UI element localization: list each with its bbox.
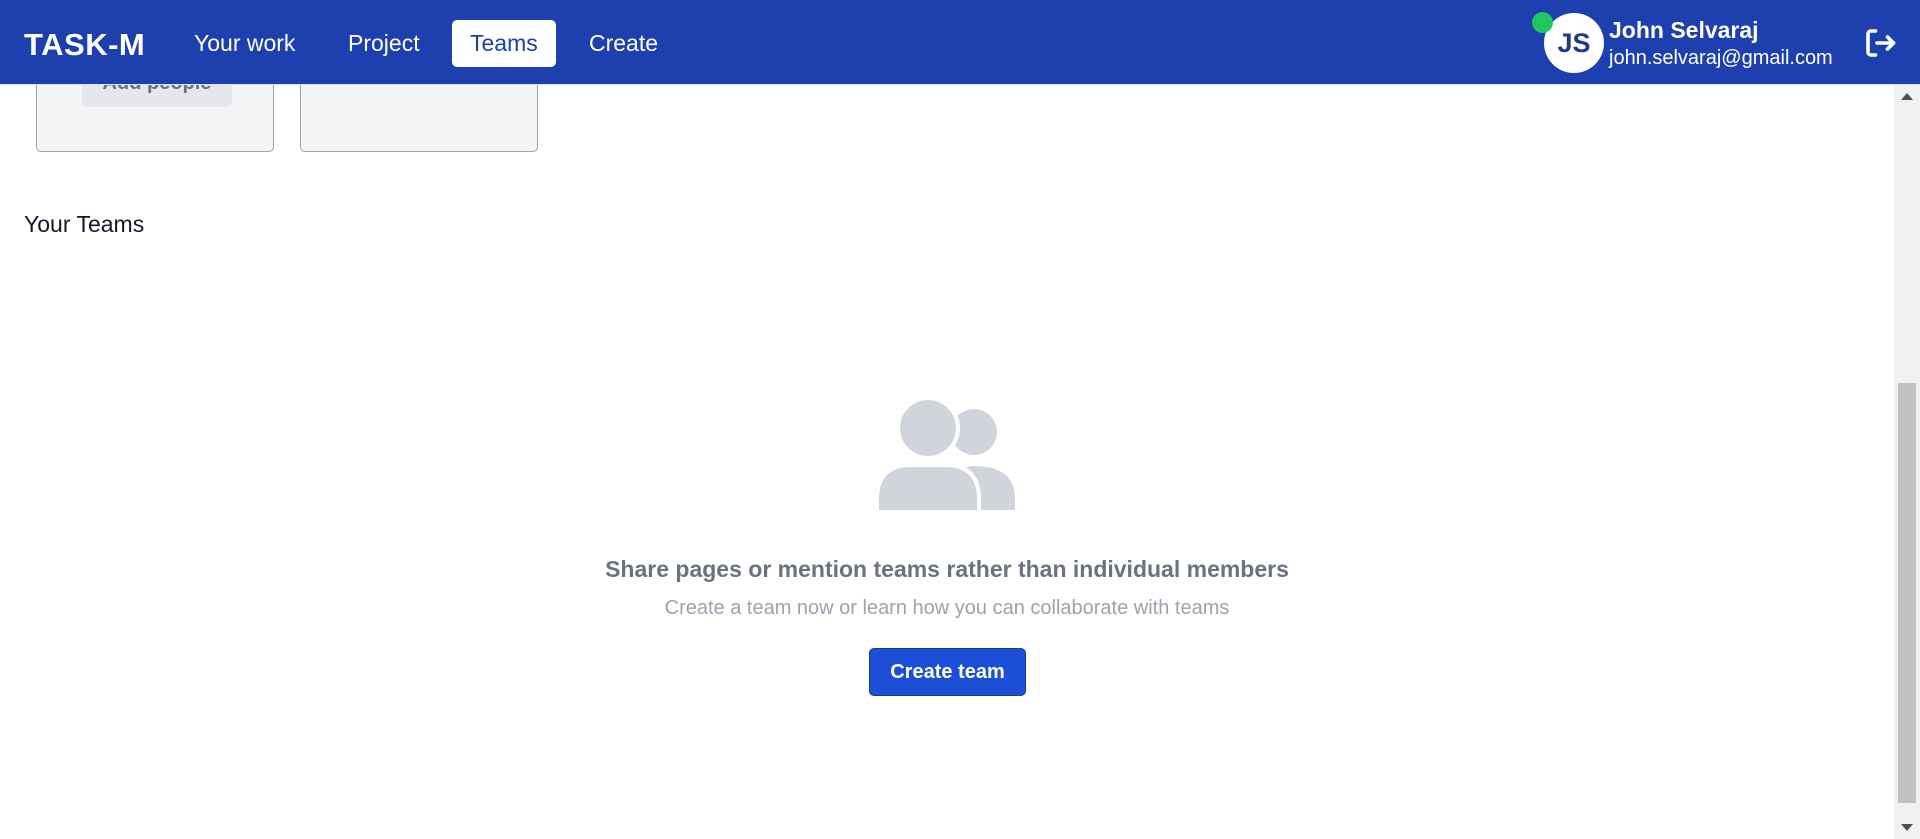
nav-your-work[interactable]: Your work bbox=[176, 20, 313, 67]
empty-state-subtext: Create a team now or learn how you can c… bbox=[664, 597, 1230, 619]
people-group-icon bbox=[878, 399, 1015, 510]
scroll-up-arrow-icon[interactable] bbox=[1901, 93, 1913, 100]
user-name: John Selvaraj bbox=[1609, 17, 1759, 43]
your-teams-heading: Your Teams bbox=[24, 211, 145, 237]
scrollbar-thumb[interactable] bbox=[1898, 383, 1916, 803]
logout-icon[interactable] bbox=[1862, 25, 1898, 61]
empty-state-heading: Share pages or mention teams rather than… bbox=[605, 556, 1289, 582]
nav-create[interactable]: Create bbox=[571, 20, 676, 67]
user-email: john.selvaraj@gmail.com bbox=[1609, 47, 1833, 69]
create-team-button[interactable]: Create team bbox=[869, 648, 1026, 696]
nav-project[interactable]: Project bbox=[330, 20, 438, 67]
app-logo[interactable]: TASK-M bbox=[24, 27, 145, 63]
user-avatar[interactable]: JS bbox=[1544, 13, 1604, 73]
scroll-down-arrow-icon[interactable] bbox=[1901, 824, 1913, 831]
nav-teams[interactable]: Teams bbox=[452, 20, 556, 67]
vertical-scrollbar[interactable] bbox=[1894, 85, 1920, 839]
top-navbar: TASK-M Your work Project Teams Create JS… bbox=[0, 0, 1920, 85]
online-status-indicator bbox=[1532, 12, 1553, 33]
